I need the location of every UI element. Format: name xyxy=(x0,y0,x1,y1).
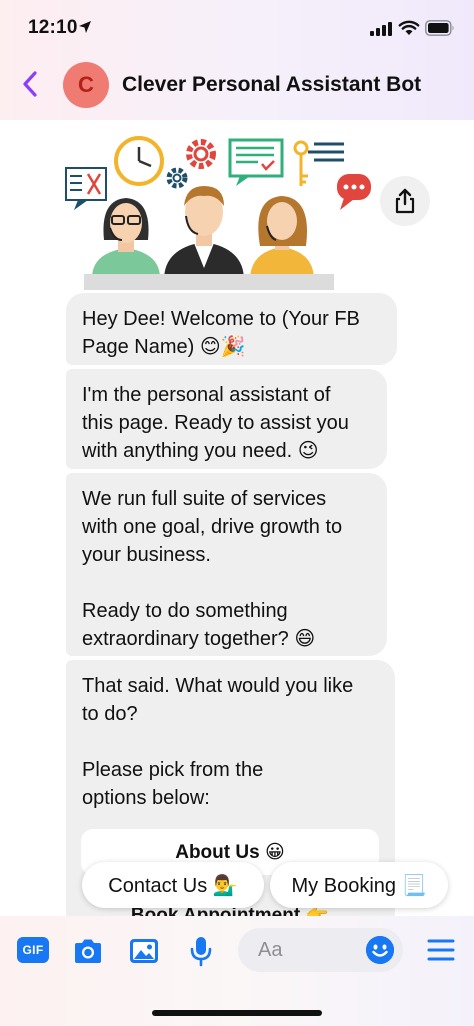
assistant-center-figure xyxy=(164,186,244,280)
chat-bubble-icon xyxy=(337,174,371,210)
gif-button[interactable]: GIF xyxy=(17,937,49,963)
home-indicator[interactable] xyxy=(152,1010,322,1016)
camera-button[interactable] xyxy=(71,934,105,968)
signal-icon xyxy=(370,22,392,36)
clock-icon xyxy=(114,136,164,186)
hero-illustration[interactable] xyxy=(64,128,374,290)
chart-board-icon xyxy=(65,167,107,210)
quick-reply-my-booking[interactable]: My Booking 📃 xyxy=(270,862,448,908)
quick-reply-label: Contact Us 💁‍♂️ xyxy=(108,874,238,897)
assistant-right-figure xyxy=(250,196,314,280)
location-arrow-icon xyxy=(79,21,91,33)
bot-avatar[interactable]: C xyxy=(63,62,109,108)
bot-name[interactable]: Clever Personal Assistant Bot xyxy=(122,73,421,97)
quick-reply-contact-us[interactable]: Contact Us 💁‍♂️ xyxy=(82,862,264,908)
microphone-icon xyxy=(190,937,212,967)
back-button[interactable] xyxy=(18,68,42,100)
chat-header: C Clever Personal Assistant Bot xyxy=(0,58,474,110)
camera-icon xyxy=(75,939,101,963)
battery-icon xyxy=(425,20,454,36)
message-bubble: Hey Dee! Welcome to (Your FB Page Name) … xyxy=(66,293,397,365)
emoji-button[interactable] xyxy=(366,936,394,964)
wifi-icon xyxy=(398,20,420,35)
image-icon xyxy=(130,939,158,963)
gif-label: GIF xyxy=(22,943,44,957)
message-placeholder: Aa xyxy=(258,938,283,961)
back-arrow-icon xyxy=(23,71,37,97)
list-icon xyxy=(308,142,344,162)
microphone-button[interactable] xyxy=(184,934,218,968)
quick-reply-label: My Booking 📃 xyxy=(291,874,427,897)
assistant-left-figure xyxy=(92,198,160,278)
key-icon xyxy=(293,140,309,186)
checklist-bubble-icon xyxy=(228,138,284,186)
status-time: 12:10 xyxy=(28,17,78,38)
image-button[interactable] xyxy=(127,934,161,968)
status-bar: 12:10 xyxy=(0,0,474,58)
message-bubble: I'm the personal assistant of this page.… xyxy=(66,369,387,469)
menu-icon[interactable] xyxy=(427,938,455,962)
message-bubble: We run full suite of services with one g… xyxy=(66,473,387,656)
option-label: About Us 😀 xyxy=(175,841,285,863)
share-icon xyxy=(395,188,415,214)
avatar-letter: C xyxy=(78,72,94,97)
gear-icon xyxy=(166,139,216,189)
share-button[interactable] xyxy=(380,176,430,226)
emoji-icon xyxy=(366,936,394,964)
desk xyxy=(84,274,334,290)
